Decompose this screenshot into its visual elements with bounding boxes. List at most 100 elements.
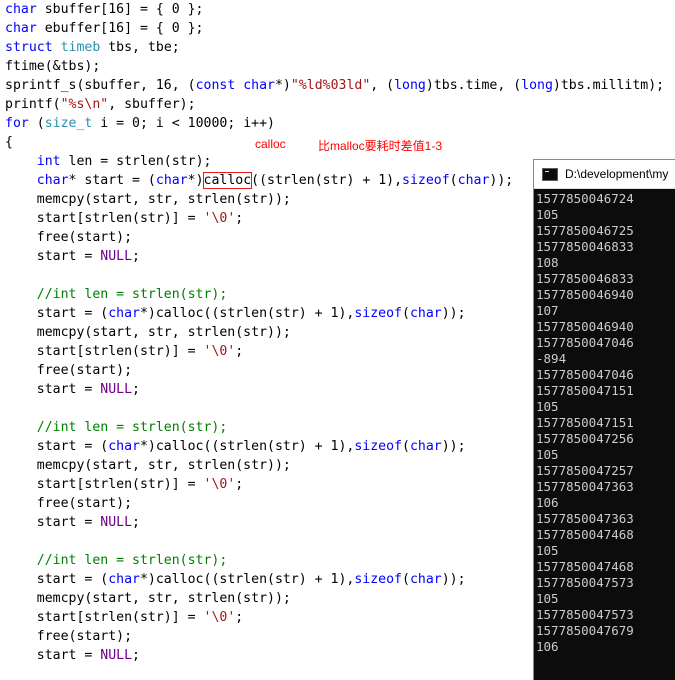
code-line: printf("%s\n", sbuffer); [5, 95, 664, 114]
code-token: ; [132, 515, 140, 530]
console-output-line: -894 [536, 351, 567, 366]
console-output-line: 108 [536, 255, 559, 270]
code-token: '\0' [203, 344, 236, 359]
console-output-line: 1577850047363 [536, 479, 634, 494]
console-output-line: 1577850047468 [536, 527, 634, 542]
console-output-line: 106 [536, 639, 559, 654]
console-output-line: 1577850046940 [536, 287, 634, 302]
console-output-line: 105 [536, 399, 559, 414]
console-output-line: 105 [536, 447, 559, 462]
console-output-line: 1577850047046 [536, 367, 634, 382]
code-token: NULL [100, 515, 133, 530]
code-token: start = [5, 648, 101, 663]
console-output-line: 106 [536, 495, 559, 510]
code-token: , sbuffer); [108, 97, 196, 112]
code-token: )); [441, 572, 466, 587]
code-token: *)calloc((strlen(str) + 1), [139, 572, 355, 587]
code-token: tbs, tbe; [100, 40, 180, 55]
code-token: ebuffer[16] = { 0 }; [36, 21, 204, 36]
code-token: ( [402, 439, 410, 454]
console-output-line: 1577850047046 [536, 335, 634, 350]
code-token: ftime(&tbs); [5, 59, 101, 74]
code-token: char [5, 2, 37, 17]
code-token: memcpy(start, str, strlen(str)); [5, 325, 291, 340]
code-token: char [409, 439, 442, 454]
code-token: '\0' [203, 610, 236, 625]
code-token: memcpy(start, str, strlen(str)); [5, 192, 291, 207]
code-token: char [36, 173, 69, 188]
code-token: *) [274, 78, 291, 93]
code-token: start = ( [5, 306, 109, 321]
console-titlebar[interactable]: D:\development\my [534, 160, 675, 189]
code-token: *)calloc((strlen(str) + 1), [139, 306, 355, 321]
code-token: start[strlen(str)] = [5, 477, 204, 492]
console-output-line: 1577850047679 [536, 623, 634, 638]
code-token: size_t [44, 116, 93, 131]
code-token: char [457, 173, 490, 188]
code-token: char [108, 439, 140, 454]
code-token: start = [5, 515, 101, 530]
code-token: i = 0; i < 10000; i++) [92, 116, 275, 131]
code-line: char ebuffer[16] = { 0 }; [5, 19, 664, 38]
code-token: )); [441, 439, 466, 454]
code-line: ftime(&tbs); [5, 57, 664, 76]
code-token: free(start); [5, 363, 133, 378]
console-output-line: 1577850046724 [536, 191, 634, 206]
code-token: start = ( [5, 572, 109, 587]
annotation-calloc-label: calloc [255, 137, 286, 151]
code-token: ; [132, 648, 140, 663]
code-line: struct timeb tbs, tbe; [5, 38, 664, 57]
code-token: ((strlen(str) + 1), [251, 173, 403, 188]
console-output-line: 1577850047573 [536, 607, 634, 622]
code-token: { [5, 135, 13, 150]
code-token: start = [5, 382, 101, 397]
code-token: ; [235, 344, 244, 359]
code-token: NULL [100, 249, 133, 264]
code-token: memcpy(start, str, strlen(str)); [5, 458, 291, 473]
code-token: char [108, 306, 140, 321]
console-output-line: 1577850047151 [536, 383, 634, 398]
code-token: //int len = strlen(str); [36, 287, 228, 302]
console-window-icon [542, 167, 558, 181]
code-token: long [394, 78, 426, 93]
code-token: long [521, 78, 553, 93]
console-window[interactable]: D:\development\my 1577850046724 105 157785… [533, 159, 675, 680]
code-token: start[strlen(str)] = [5, 610, 204, 625]
code-token: const [195, 78, 236, 93]
code-token: sprintf_s(sbuffer, 16, ( [5, 78, 196, 93]
code-token: sizeof [354, 439, 402, 454]
code-token: timeb [60, 40, 101, 55]
code-token: free(start); [5, 496, 133, 511]
console-output-line: 1577850047468 [536, 559, 634, 574]
highlighted-calloc-token: calloc [202, 172, 253, 189]
console-output-line: 1577850047573 [536, 575, 634, 590]
console-output-line: 105 [536, 591, 559, 606]
code-token: '\0' [203, 477, 236, 492]
code-token: struct [5, 40, 53, 55]
console-output-line: 1577850046833 [536, 271, 634, 286]
code-token: ; [235, 610, 244, 625]
code-line: for (size_t i = 0; i < 10000; i++) [5, 114, 664, 133]
console-output-line: 1577850047257 [536, 463, 634, 478]
code-token: ( [402, 306, 410, 321]
console-output-line: 105 [536, 207, 559, 222]
code-token: sizeof [354, 572, 402, 587]
code-line: sprintf_s(sbuffer, 16, (const char*)"%ld… [5, 76, 664, 95]
code-token: ; [132, 249, 140, 264]
code-token: len = strlen(str); [60, 154, 212, 169]
code-token: char [243, 78, 275, 93]
code-token: sizeof [402, 173, 450, 188]
code-token: printf( [5, 97, 61, 112]
code-token: )); [441, 306, 466, 321]
code-token: char [5, 21, 37, 36]
code-token: start = ( [5, 439, 109, 454]
code-token: *) [187, 173, 204, 188]
code-token: ; [132, 382, 140, 397]
code-token: sizeof [354, 306, 402, 321]
code-token: start[strlen(str)] = [5, 344, 204, 359]
code-token: char [155, 173, 188, 188]
